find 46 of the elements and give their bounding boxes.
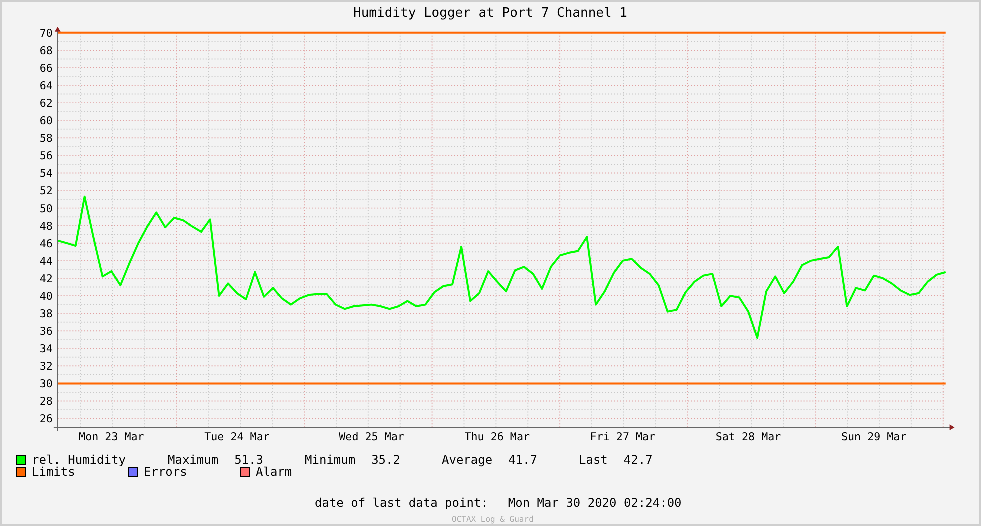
y-tick-label: 32: [40, 360, 53, 373]
y-tick-label: 30: [40, 377, 53, 390]
y-tick-label: 56: [40, 149, 53, 162]
y-tick-label: 60: [40, 114, 53, 128]
y-tick-label: 50: [40, 202, 53, 215]
y-tick-label: 26: [40, 412, 53, 426]
x-tick-label: Wed 25 Mar: [339, 430, 404, 444]
stat-value: 41.7: [508, 452, 538, 469]
stat-label: Minimum: [305, 452, 356, 469]
last-data-value: Mon Mar 30 2020 02:24:00: [508, 495, 682, 512]
x-tick-label: Tue 24 Mar: [204, 430, 270, 444]
watermark-text: OCTAX Log & Guard: [452, 515, 534, 524]
chart-title: Humidity Logger at Port 7 Channel 1: [354, 5, 628, 24]
y-tick-label: 46: [40, 237, 53, 250]
y-tick-label: 64: [40, 79, 53, 92]
stat-label: Average: [442, 452, 493, 469]
last-data-label: date of last data point:: [315, 495, 488, 512]
y-tick-label: 54: [40, 166, 53, 180]
x-tick-label: Fri 27 Mar: [590, 430, 656, 444]
stat-value: 51.3: [234, 452, 264, 467]
y-tick-label: 40: [40, 290, 53, 303]
x-tick-label: Sat 28 Mar: [716, 430, 782, 444]
stat-value: 35.2: [372, 452, 400, 469]
y-tick-label: 28: [40, 394, 53, 408]
y-tick-label: 34: [40, 342, 53, 356]
legend-label: rel. Humidity: [32, 452, 126, 467]
legend-label: Limits: [32, 465, 76, 481]
y-tick-label: 52: [40, 184, 53, 198]
legend-label: Errors: [144, 464, 188, 481]
y-tick-label: 42: [40, 272, 53, 286]
y-tick-label: 48: [40, 219, 53, 232]
x-tick-label: Sun 29 Mar: [841, 430, 907, 444]
legend-label: Alarm: [256, 464, 292, 481]
y-tick-label: 62: [40, 96, 53, 110]
stat-value: 42.7: [624, 452, 653, 469]
y-tick-label: 36: [40, 324, 53, 338]
x-tick-label: Thu 26 Mar: [464, 430, 530, 444]
stat-label: Last: [579, 452, 608, 469]
y-tick-label: 66: [40, 62, 53, 75]
y-tick-label: 58: [40, 132, 53, 145]
y-tick-label: 68: [40, 44, 53, 58]
y-tick-label: 44: [40, 254, 53, 268]
y-tick-label: 38: [40, 307, 53, 320]
x-tick-label: Mon 23 Mar: [79, 430, 144, 444]
stat-label: Maximum: [168, 452, 219, 467]
y-tick-label: 70: [40, 26, 53, 40]
